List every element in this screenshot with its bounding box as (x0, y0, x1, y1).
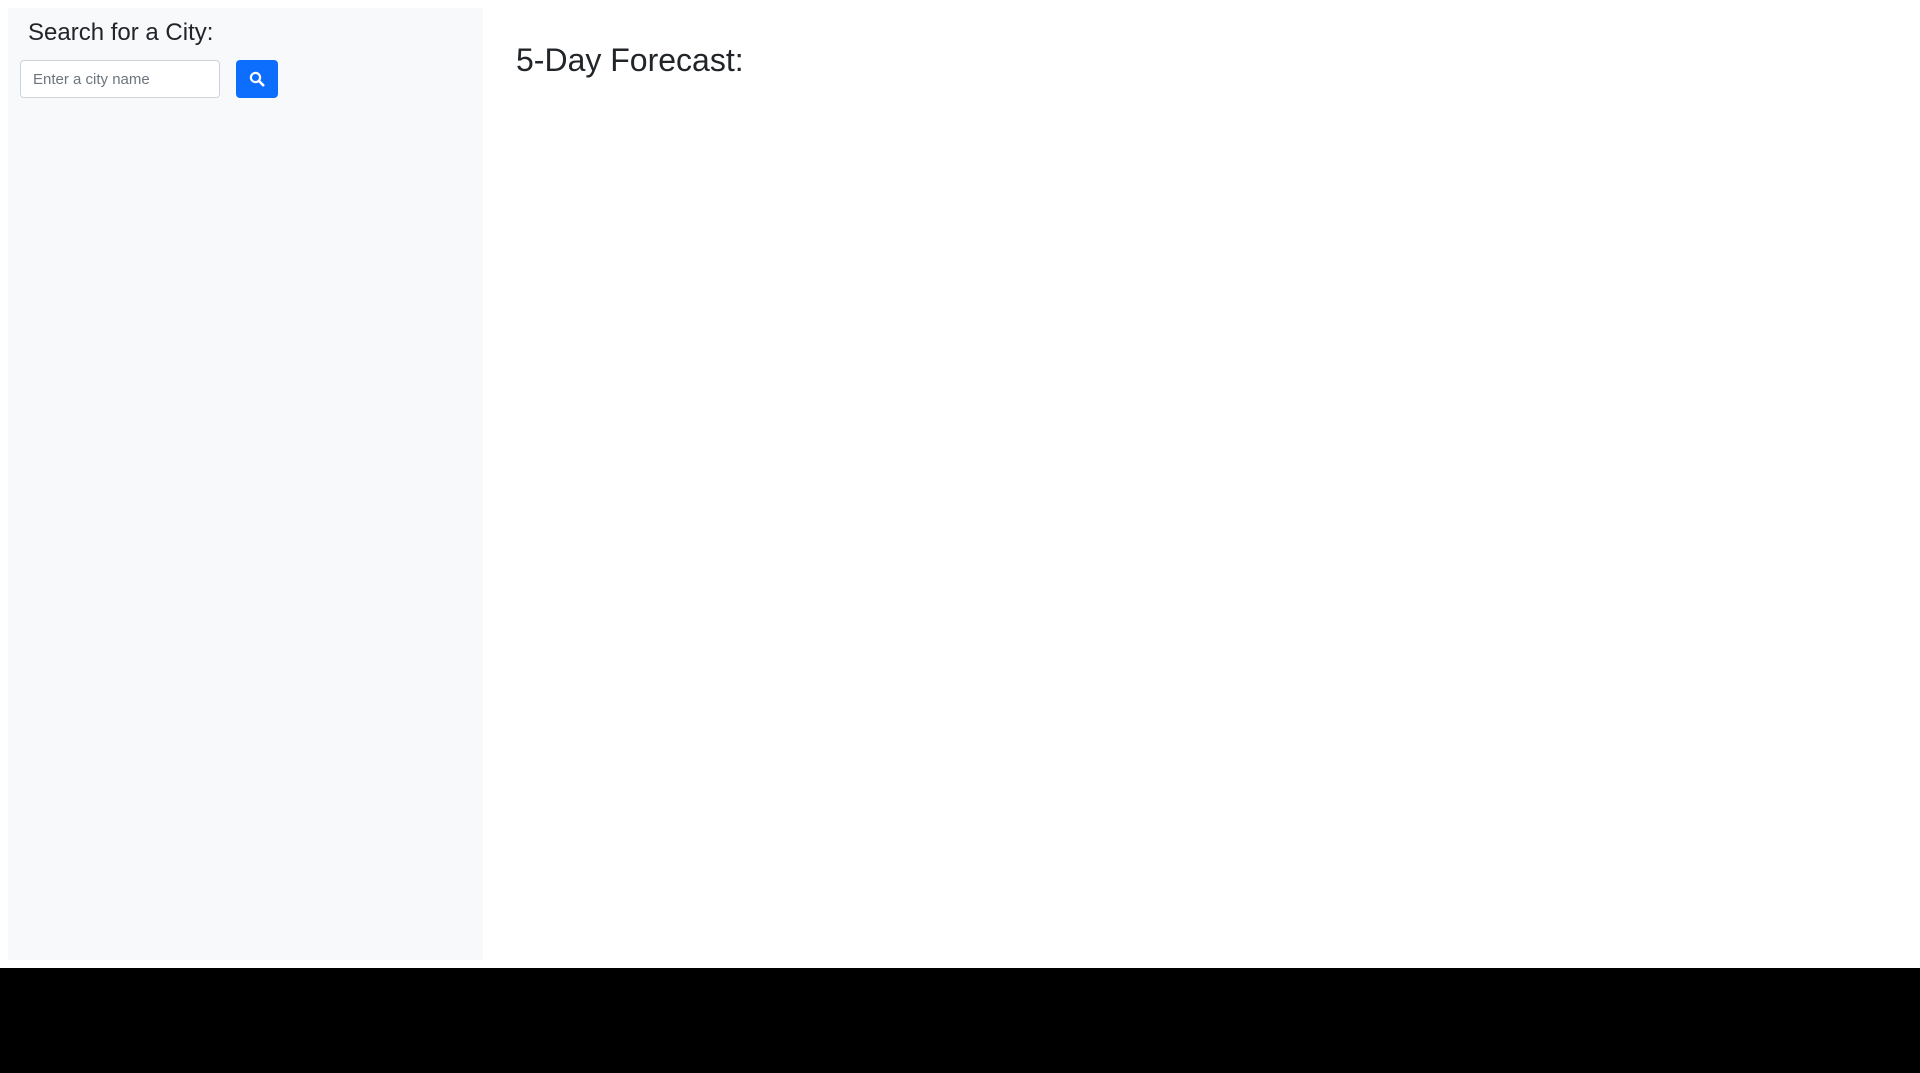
search-button[interactable] (236, 60, 278, 98)
bottom-black-bar (0, 968, 1920, 1073)
page-viewport: Search for a City: 5-Day Forecast: (0, 0, 1920, 968)
search-sidebar: Search for a City: (8, 8, 483, 960)
forecast-heading: 5-Day Forecast: (516, 42, 744, 78)
city-search-input[interactable] (20, 60, 220, 98)
search-icon (249, 71, 265, 87)
search-heading: Search for a City: (28, 19, 214, 46)
search-form (20, 60, 278, 98)
